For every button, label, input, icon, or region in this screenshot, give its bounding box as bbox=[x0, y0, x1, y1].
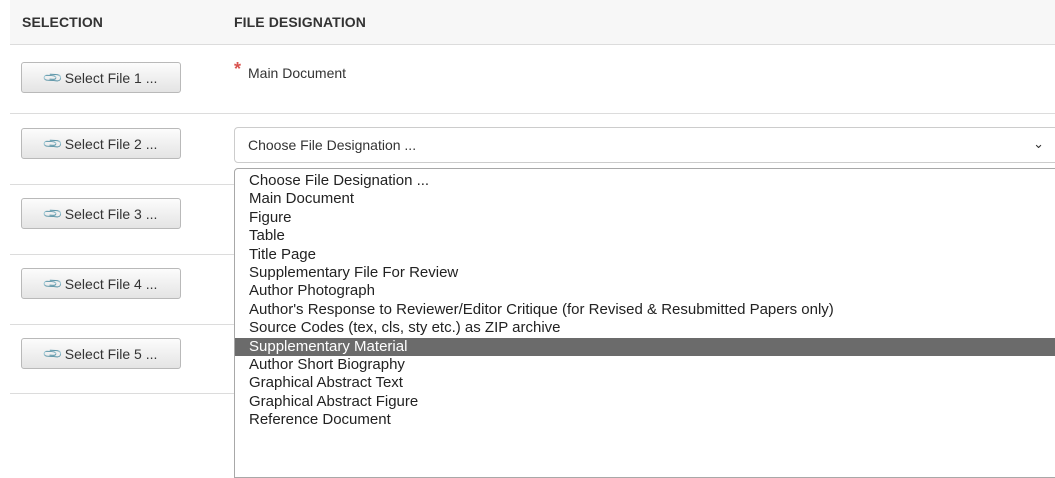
paperclip-icon: 📎 bbox=[41, 272, 64, 295]
table-header: SELECTION FILE DESIGNATION bbox=[10, 0, 1055, 45]
dropdown-option-highlighted[interactable]: Supplementary Material bbox=[235, 337, 1055, 356]
dropdown-option[interactable]: Author Short Biography bbox=[235, 356, 1055, 374]
paperclip-icon: 📎 bbox=[41, 202, 64, 225]
select-file-4-button[interactable]: 📎 Select File 4 ... bbox=[21, 268, 181, 299]
dropdown-option[interactable]: Main Document bbox=[235, 190, 1055, 208]
dropdown-option[interactable]: Table bbox=[235, 227, 1055, 245]
designation-dropdown-list[interactable]: Choose File Designation ... Main Documen… bbox=[234, 168, 1055, 478]
select-file-3-label: Select File 3 ... bbox=[64, 205, 158, 222]
chevron-down-icon: ⌄ bbox=[1033, 136, 1044, 151]
dropdown-option[interactable]: Reference Document bbox=[235, 411, 1055, 429]
required-marker: * bbox=[234, 59, 242, 79]
select-file-5-button[interactable]: 📎 Select File 5 ... bbox=[21, 338, 181, 369]
dropdown-option[interactable]: Figure bbox=[235, 209, 1055, 227]
select-file-4-label: Select File 4 ... bbox=[64, 275, 158, 292]
select-current-value: Choose File Designation ... bbox=[248, 137, 417, 153]
dropdown-option[interactable]: Graphical Abstract Text bbox=[235, 374, 1055, 392]
select-file-5-label: Select File 5 ... bbox=[64, 345, 158, 362]
select-file-1-label: Select File 1 ... bbox=[64, 69, 158, 86]
select-file-2-label: Select File 2 ... bbox=[64, 135, 158, 152]
dropdown-option[interactable]: Author's Response to Reviewer/Editor Cri… bbox=[235, 301, 1055, 319]
row-divider bbox=[10, 113, 1055, 114]
paperclip-icon: 📎 bbox=[41, 132, 64, 155]
dropdown-option[interactable]: Graphical Abstract Figure bbox=[235, 393, 1055, 411]
select-file-1-button[interactable]: 📎 Select File 1 ... bbox=[21, 62, 181, 93]
file-1-designation-label: Main Document bbox=[248, 65, 347, 81]
paperclip-icon: 📎 bbox=[41, 66, 64, 89]
dropdown-option[interactable]: Title Page bbox=[235, 246, 1055, 264]
dropdown-option[interactable]: Choose File Designation ... bbox=[235, 172, 1055, 190]
select-file-2-button[interactable]: 📎 Select File 2 ... bbox=[21, 128, 181, 159]
select-file-3-button[interactable]: 📎 Select File 3 ... bbox=[21, 198, 181, 229]
dropdown-option[interactable]: Author Photograph bbox=[235, 282, 1055, 300]
dropdown-option[interactable]: Supplementary File For Review bbox=[235, 264, 1055, 282]
dropdown-option[interactable]: Source Codes (tex, cls, sty etc.) as ZIP… bbox=[235, 319, 1055, 337]
column-header-selection: SELECTION bbox=[22, 14, 104, 30]
file-2-designation-select[interactable]: Choose File Designation ... ⌄ bbox=[234, 127, 1055, 163]
paperclip-icon: 📎 bbox=[41, 342, 64, 365]
column-header-file-designation: FILE DESIGNATION bbox=[234, 14, 367, 30]
